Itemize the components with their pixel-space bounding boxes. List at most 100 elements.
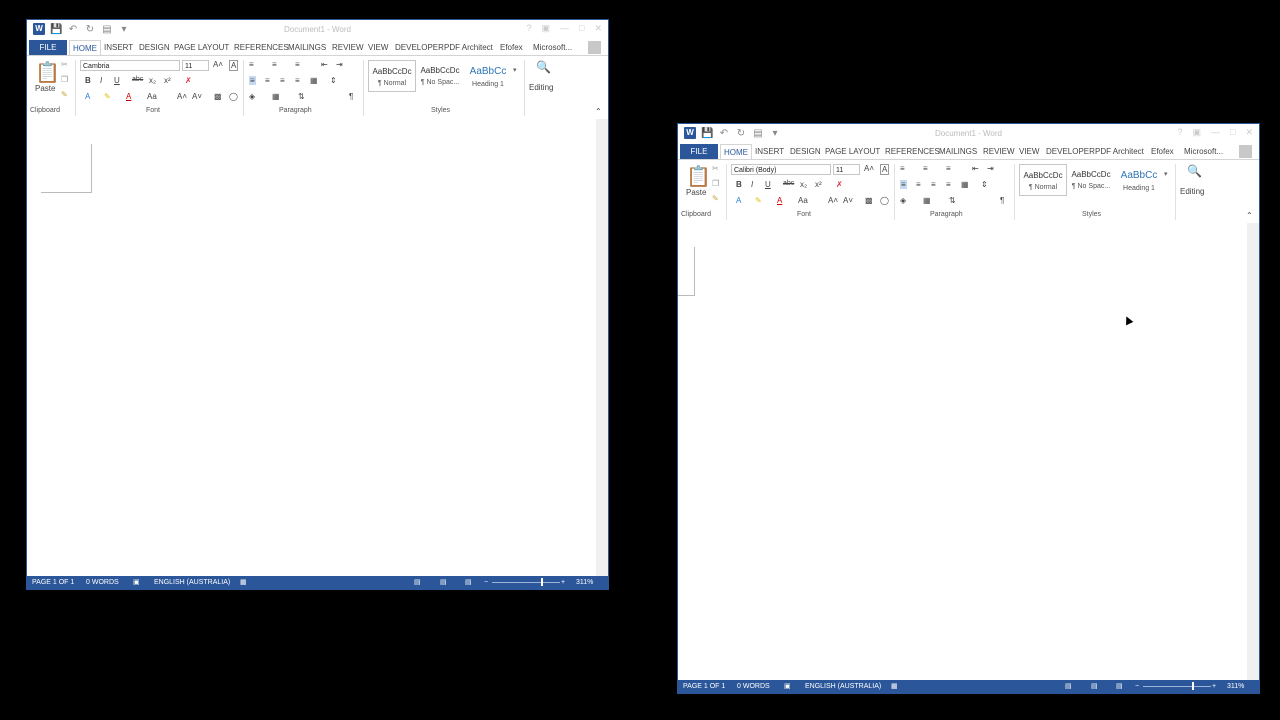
macro-icon[interactable]: ▦ (891, 680, 898, 693)
style-heading-1[interactable]: AaBbCc Heading 1 (1115, 164, 1163, 196)
format-painter-icon[interactable]: ✎ (712, 194, 719, 203)
multilevel-list-icon[interactable]: ≡ (295, 60, 300, 69)
font-size-dropdown[interactable]: 11 (182, 60, 209, 71)
numbering-icon[interactable]: ≡ (272, 60, 277, 69)
superscript-button[interactable]: x² (164, 76, 171, 85)
print-layout-icon[interactable]: ▤ (440, 576, 447, 589)
paste-icon[interactable]: 📋 (35, 60, 60, 85)
align-center-icon[interactable]: ≡ (265, 76, 270, 85)
web-layout-icon[interactable]: ▤ (1116, 680, 1123, 693)
subscript-button[interactable]: x₂ (149, 76, 156, 85)
italic-button[interactable]: I (100, 76, 102, 85)
change-case-button[interactable]: Aa (147, 92, 157, 101)
tab-home[interactable]: HOME (720, 144, 752, 159)
document-area[interactable] (678, 223, 1259, 682)
underline-button[interactable]: U (114, 76, 120, 85)
find-icon[interactable]: 🔍 (536, 60, 551, 74)
ribbon-display-icon[interactable]: ▣ (1193, 127, 1202, 138)
italic-button[interactable]: I (751, 180, 753, 189)
columns-icon[interactable]: ▦ (961, 180, 969, 189)
tab-pdf-architect[interactable]: PDF Architect (444, 40, 493, 55)
minimize-icon[interactable]: — (1211, 127, 1220, 138)
tab-review[interactable]: REVIEW (332, 40, 364, 55)
help-icon[interactable]: ? (1177, 127, 1182, 138)
tab-page-layout[interactable]: PAGE LAYOUT (174, 40, 229, 55)
find-icon[interactable]: 🔍 (1187, 164, 1202, 178)
web-layout-icon[interactable]: ▤ (465, 576, 472, 589)
avatar[interactable] (1239, 145, 1252, 158)
vertical-scrollbar[interactable] (596, 119, 608, 578)
paste-button[interactable]: Paste (686, 188, 706, 197)
show-hide-button[interactable]: ¶ (1000, 196, 1004, 205)
tab-pdf-architect[interactable]: PDF Architect (1095, 144, 1144, 159)
strikethrough-button[interactable]: abc (783, 180, 794, 187)
clear-formatting-icon[interactable]: ✗ (185, 76, 192, 85)
encircle-icon[interactable]: ◯ (229, 92, 238, 101)
align-right-icon[interactable]: ≡ (931, 180, 936, 189)
read-mode-icon[interactable]: ▤ (414, 576, 421, 589)
borders-icon[interactable]: ▦ (923, 196, 931, 205)
multilevel-list-icon[interactable]: ≡ (946, 164, 951, 173)
zoom-slider[interactable] (1143, 686, 1211, 687)
styles-more-icon[interactable]: ▾ (1164, 170, 1168, 178)
text-effects-a-icon[interactable]: A (736, 196, 741, 205)
word-count[interactable]: 0 WORDS (86, 576, 119, 589)
tab-efofex[interactable]: Efofex (500, 40, 523, 55)
paste-icon[interactable]: 📋 (686, 164, 711, 189)
style-normal[interactable]: AaBbCcDc ¶ Normal (368, 60, 416, 92)
tab-design[interactable]: DESIGN (790, 144, 821, 159)
zoom-in-icon[interactable]: + (1212, 680, 1216, 693)
style-heading-1[interactable]: AaBbCc Heading 1 (464, 60, 512, 92)
zoom-slider-thumb[interactable] (541, 578, 543, 586)
tab-design[interactable]: DESIGN (139, 40, 170, 55)
font-size-dropdown[interactable]: 11 (833, 164, 860, 175)
grow-font-icon[interactable]: A˄ (864, 164, 874, 173)
show-hide-button[interactable]: ¶ (349, 92, 353, 101)
tab-review[interactable]: REVIEW (983, 144, 1015, 159)
zoom-out-icon[interactable]: − (484, 576, 488, 589)
help-icon[interactable]: ? (526, 23, 531, 34)
grow-font-button[interactable]: A˄ (828, 196, 838, 205)
justify-icon[interactable]: ≡ (946, 180, 951, 189)
font-name-dropdown[interactable]: Cambria (80, 60, 180, 71)
tab-page-layout[interactable]: PAGE LAYOUT (825, 144, 880, 159)
borders-icon[interactable]: ▦ (272, 92, 280, 101)
zoom-out-icon[interactable]: − (1135, 680, 1139, 693)
strikethrough-button[interactable]: abc (132, 76, 143, 83)
page-count[interactable]: PAGE 1 OF 1 (32, 576, 74, 589)
tab-file[interactable]: FILE (29, 40, 67, 55)
collapse-ribbon-icon[interactable]: ⌃ (595, 107, 602, 116)
numbering-icon[interactable]: ≡ (923, 164, 928, 173)
tab-view[interactable]: VIEW (1019, 144, 1039, 159)
account-name[interactable]: Microsoft... (533, 40, 572, 55)
tab-file[interactable]: FILE (680, 144, 718, 159)
grow-font-icon[interactable]: A˄ (213, 60, 223, 69)
align-right-icon[interactable]: ≡ (280, 76, 285, 85)
character-shading-icon[interactable]: ▩ (214, 92, 222, 101)
maximize-icon[interactable]: □ (1230, 127, 1235, 138)
print-layout-icon[interactable]: ▤ (1091, 680, 1098, 693)
vertical-scrollbar[interactable] (1247, 223, 1259, 682)
paste-button[interactable]: Paste (35, 84, 55, 93)
bullets-icon[interactable]: ≡ (900, 164, 905, 173)
proofing-icon[interactable]: ▣ (133, 576, 140, 589)
text-effects-icon[interactable]: A (880, 164, 890, 175)
avatar[interactable] (588, 41, 601, 54)
language-indicator[interactable]: ENGLISH (AUSTRALIA) (154, 576, 230, 589)
increase-indent-icon[interactable]: ⇥ (987, 164, 994, 173)
read-mode-icon[interactable]: ▤ (1065, 680, 1072, 693)
tab-mailings[interactable]: MAILINGS (939, 144, 977, 159)
decrease-indent-icon[interactable]: ⇤ (972, 164, 979, 173)
text-effects-icon[interactable]: A (229, 60, 239, 71)
style-normal[interactable]: AaBbCcDc ¶ Normal (1019, 164, 1067, 196)
shrink-font-button[interactable]: A˅ (843, 196, 853, 205)
highlight-icon[interactable]: ✎ (755, 196, 762, 205)
account-name[interactable]: Microsoft... (1184, 144, 1223, 159)
tab-view[interactable]: VIEW (368, 40, 388, 55)
cut-icon[interactable]: ✂ (61, 60, 68, 69)
character-shading-icon[interactable]: ▩ (865, 196, 873, 205)
subscript-button[interactable]: x₂ (800, 180, 807, 189)
font-color-icon[interactable]: A (777, 196, 782, 205)
shrink-font-button[interactable]: A˅ (192, 92, 202, 101)
clear-formatting-icon[interactable]: ✗ (836, 180, 843, 189)
